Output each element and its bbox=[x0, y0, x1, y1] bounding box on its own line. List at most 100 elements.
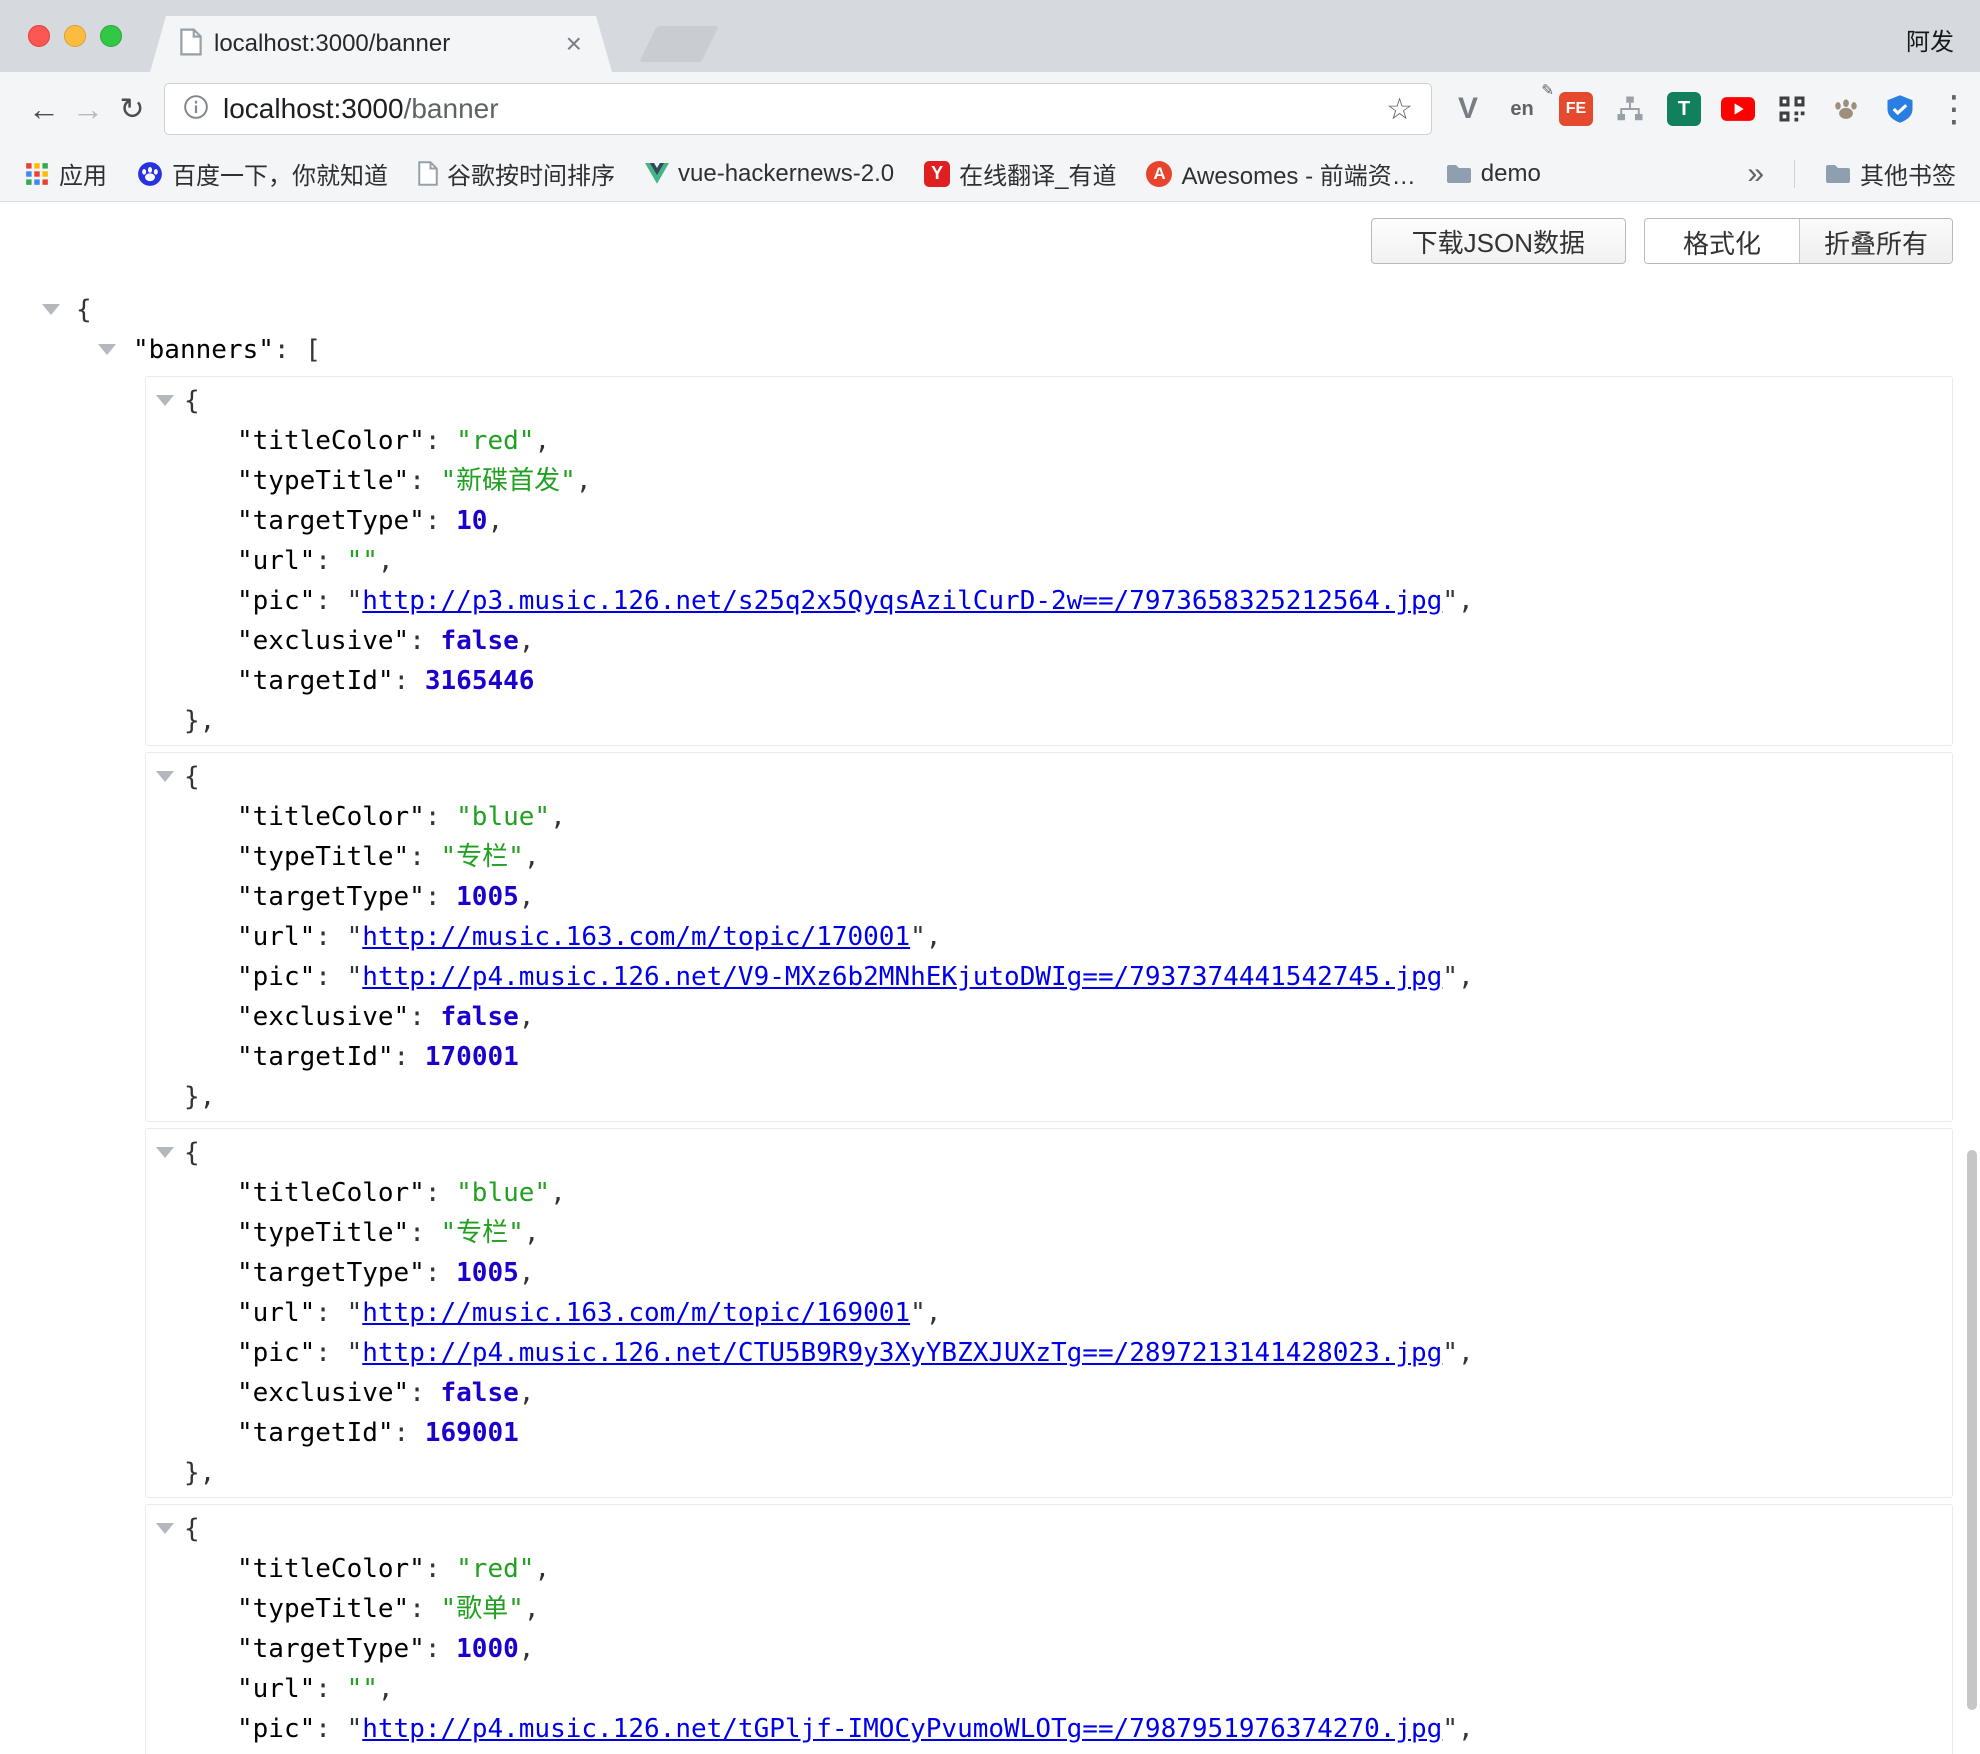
json-prop-exclusive: "exclusive": false, bbox=[146, 1373, 1952, 1413]
tab-title: localhost:3000/banner bbox=[214, 30, 566, 58]
json-punct-text: : bbox=[315, 962, 346, 992]
zoom-window-button[interactable] bbox=[100, 25, 122, 47]
bookmark-awesomes[interactable]: A Awesomes - 前端资… bbox=[1146, 156, 1415, 191]
address-bar[interactable]: localhost:3000/banner ☆ bbox=[164, 83, 1432, 135]
format-button[interactable]: 格式化 bbox=[1645, 219, 1799, 264]
reload-button[interactable]: ↻ bbox=[110, 92, 154, 127]
banner-object-2: {"titleColor": "blue","typeTitle": "专栏",… bbox=[145, 752, 1953, 1122]
json-num-text: false bbox=[441, 626, 519, 656]
json-punct-text: : bbox=[425, 1634, 456, 1664]
translate-extension-icon[interactable]: en✎ bbox=[1504, 91, 1540, 127]
json-object-open: { bbox=[146, 381, 1952, 421]
back-button[interactable]: ← bbox=[22, 91, 66, 128]
other-bookmarks-folder[interactable]: 其他书签 bbox=[1825, 156, 1956, 191]
json-punct-text: , bbox=[378, 1674, 394, 1704]
json-punct-text: " bbox=[347, 1338, 363, 1368]
youtube-extension-icon[interactable] bbox=[1720, 91, 1756, 127]
json-punct-text: , bbox=[1458, 1714, 1474, 1744]
forward-button[interactable]: → bbox=[66, 91, 110, 128]
json-url-link[interactable]: http://p4.music.126.net/V9-MXz6b2MNhEKju… bbox=[362, 962, 1442, 992]
json-url-link[interactable]: http://p4.music.126.net/tGPljf-IMOCyPvum… bbox=[362, 1714, 1442, 1744]
json-str-text: "歌单" bbox=[441, 1594, 524, 1624]
json-punct-text: : bbox=[425, 426, 456, 456]
profile-name[interactable]: 阿发 bbox=[1906, 22, 1954, 57]
collapse-toggle-icon[interactable] bbox=[42, 304, 60, 315]
close-window-button[interactable] bbox=[28, 25, 50, 47]
bookmark-youdao[interactable]: Y 在线翻译_有道 bbox=[924, 156, 1116, 191]
security-shield-extension-icon[interactable] bbox=[1882, 91, 1918, 127]
bookmark-google-sort[interactable]: 谷歌按时间排序 bbox=[418, 156, 615, 191]
qrcode-extension-icon[interactable] bbox=[1774, 91, 1810, 127]
json-key-text: "pic" bbox=[237, 586, 315, 616]
json-punct-text: , bbox=[519, 1002, 535, 1032]
json-prop-titleColor: "titleColor": "red", bbox=[146, 1549, 1952, 1589]
fehelper-extension-icon[interactable]: FE bbox=[1558, 91, 1594, 127]
collapse-toggle-icon[interactable] bbox=[156, 1523, 174, 1534]
json-prop-titleColor: "titleColor": "red", bbox=[146, 421, 1952, 461]
json-punct-text: : bbox=[394, 1418, 425, 1448]
json-punct-text: , bbox=[534, 1554, 550, 1584]
json-punct-text: , bbox=[378, 546, 394, 576]
collapse-toggle-icon[interactable] bbox=[156, 1147, 174, 1158]
json-punct-text: " bbox=[1442, 962, 1458, 992]
collapse-toggle-icon[interactable] bbox=[156, 395, 174, 406]
bookmark-apps[interactable]: 应用 bbox=[24, 156, 107, 191]
json-str-text: "" bbox=[347, 1674, 378, 1704]
json-str-text: "专栏" bbox=[441, 842, 524, 872]
json-punct-text: : bbox=[425, 1258, 456, 1288]
download-json-button[interactable]: 下载JSON数据 bbox=[1371, 218, 1626, 264]
browser-menu-icon[interactable]: ⋮ bbox=[1936, 88, 1966, 130]
tab-close-icon[interactable]: × bbox=[566, 30, 582, 58]
traffic-lights bbox=[28, 25, 122, 47]
bookmark-vue-hackernews[interactable]: vue-hackernews-2.0 bbox=[645, 160, 894, 188]
collapse-toggle-icon[interactable] bbox=[98, 344, 116, 355]
json-banners-open: "banners": [ bbox=[0, 330, 1980, 370]
json-actions: 下载JSON数据 格式化 折叠所有 bbox=[0, 218, 1980, 264]
json-prop-url: "url": "", bbox=[146, 541, 1952, 581]
json-punct-text: " bbox=[347, 1714, 363, 1744]
tampermonkey-extension-icon[interactable]: T bbox=[1666, 91, 1702, 127]
json-url-link[interactable]: http://p3.music.126.net/s25q2x5QyqsAzilC… bbox=[362, 586, 1442, 616]
vimium-extension-icon[interactable]: V bbox=[1450, 91, 1486, 127]
json-num-text: 3165446 bbox=[425, 666, 535, 696]
new-tab-button[interactable] bbox=[639, 26, 719, 62]
json-punct-text: : bbox=[315, 1338, 346, 1368]
json-punct-text: }, bbox=[184, 706, 215, 736]
json-punct-text: , bbox=[519, 882, 535, 912]
url-host: localhost:3000 bbox=[223, 93, 404, 124]
page-content: 下载JSON数据 格式化 折叠所有 {"banners": [{"titleCo… bbox=[0, 202, 1980, 1754]
json-key-text: "typeTitle" bbox=[237, 1594, 409, 1624]
browser-tab[interactable]: localhost:3000/banner × bbox=[150, 16, 612, 72]
bookmark-baidu[interactable]: 百度一下，你就知道 bbox=[137, 156, 388, 191]
json-key-text: "titleColor" bbox=[237, 426, 425, 456]
json-punct-text: , bbox=[576, 466, 592, 496]
collapse-all-button[interactable]: 折叠所有 bbox=[1799, 219, 1952, 264]
json-key-text: "typeTitle" bbox=[237, 466, 409, 496]
site-info-icon[interactable] bbox=[183, 94, 209, 125]
collapse-toggle-icon[interactable] bbox=[156, 771, 174, 782]
json-punct-text: : bbox=[409, 466, 440, 496]
sitemap-extension-icon[interactable] bbox=[1612, 91, 1648, 127]
bookmark-star-icon[interactable]: ☆ bbox=[1386, 92, 1413, 127]
minimize-window-button[interactable] bbox=[64, 25, 86, 47]
json-punct-text: : bbox=[409, 842, 440, 872]
bookmark-demo-folder[interactable]: demo bbox=[1446, 160, 1541, 188]
json-punct-text: " bbox=[1442, 586, 1458, 616]
bookmarks-overflow-chevron[interactable]: » bbox=[1747, 157, 1764, 191]
vertical-scrollbar-thumb[interactable] bbox=[1967, 1150, 1977, 1710]
json-prop-exclusive: "exclusive": false, bbox=[146, 621, 1952, 661]
json-key-text: "pic" bbox=[237, 1338, 315, 1368]
json-str-text: "" bbox=[347, 546, 378, 576]
json-punct-text: , bbox=[519, 1634, 535, 1664]
extension-icons: V en✎ FE T ⋮ bbox=[1450, 88, 1966, 130]
json-url-link[interactable]: http://p4.music.126.net/CTU5B9R9y3XyYBZX… bbox=[362, 1338, 1442, 1368]
json-url-link[interactable]: http://music.163.com/m/topic/169001 bbox=[362, 1298, 910, 1328]
json-prop-targetId: "targetId": 3165446 bbox=[146, 661, 1952, 701]
json-prop-typeTitle: "typeTitle": "专栏", bbox=[146, 1213, 1952, 1253]
json-punct-text: : bbox=[425, 882, 456, 912]
json-url-link[interactable]: http://music.163.com/m/topic/170001 bbox=[362, 922, 910, 952]
json-key-text: "url" bbox=[237, 546, 315, 576]
paw-extension-icon[interactable] bbox=[1828, 91, 1864, 127]
json-punct-text: , bbox=[926, 922, 942, 952]
json-prop-pic: "pic": "http://p4.music.126.net/tGPljf-I… bbox=[146, 1709, 1952, 1749]
